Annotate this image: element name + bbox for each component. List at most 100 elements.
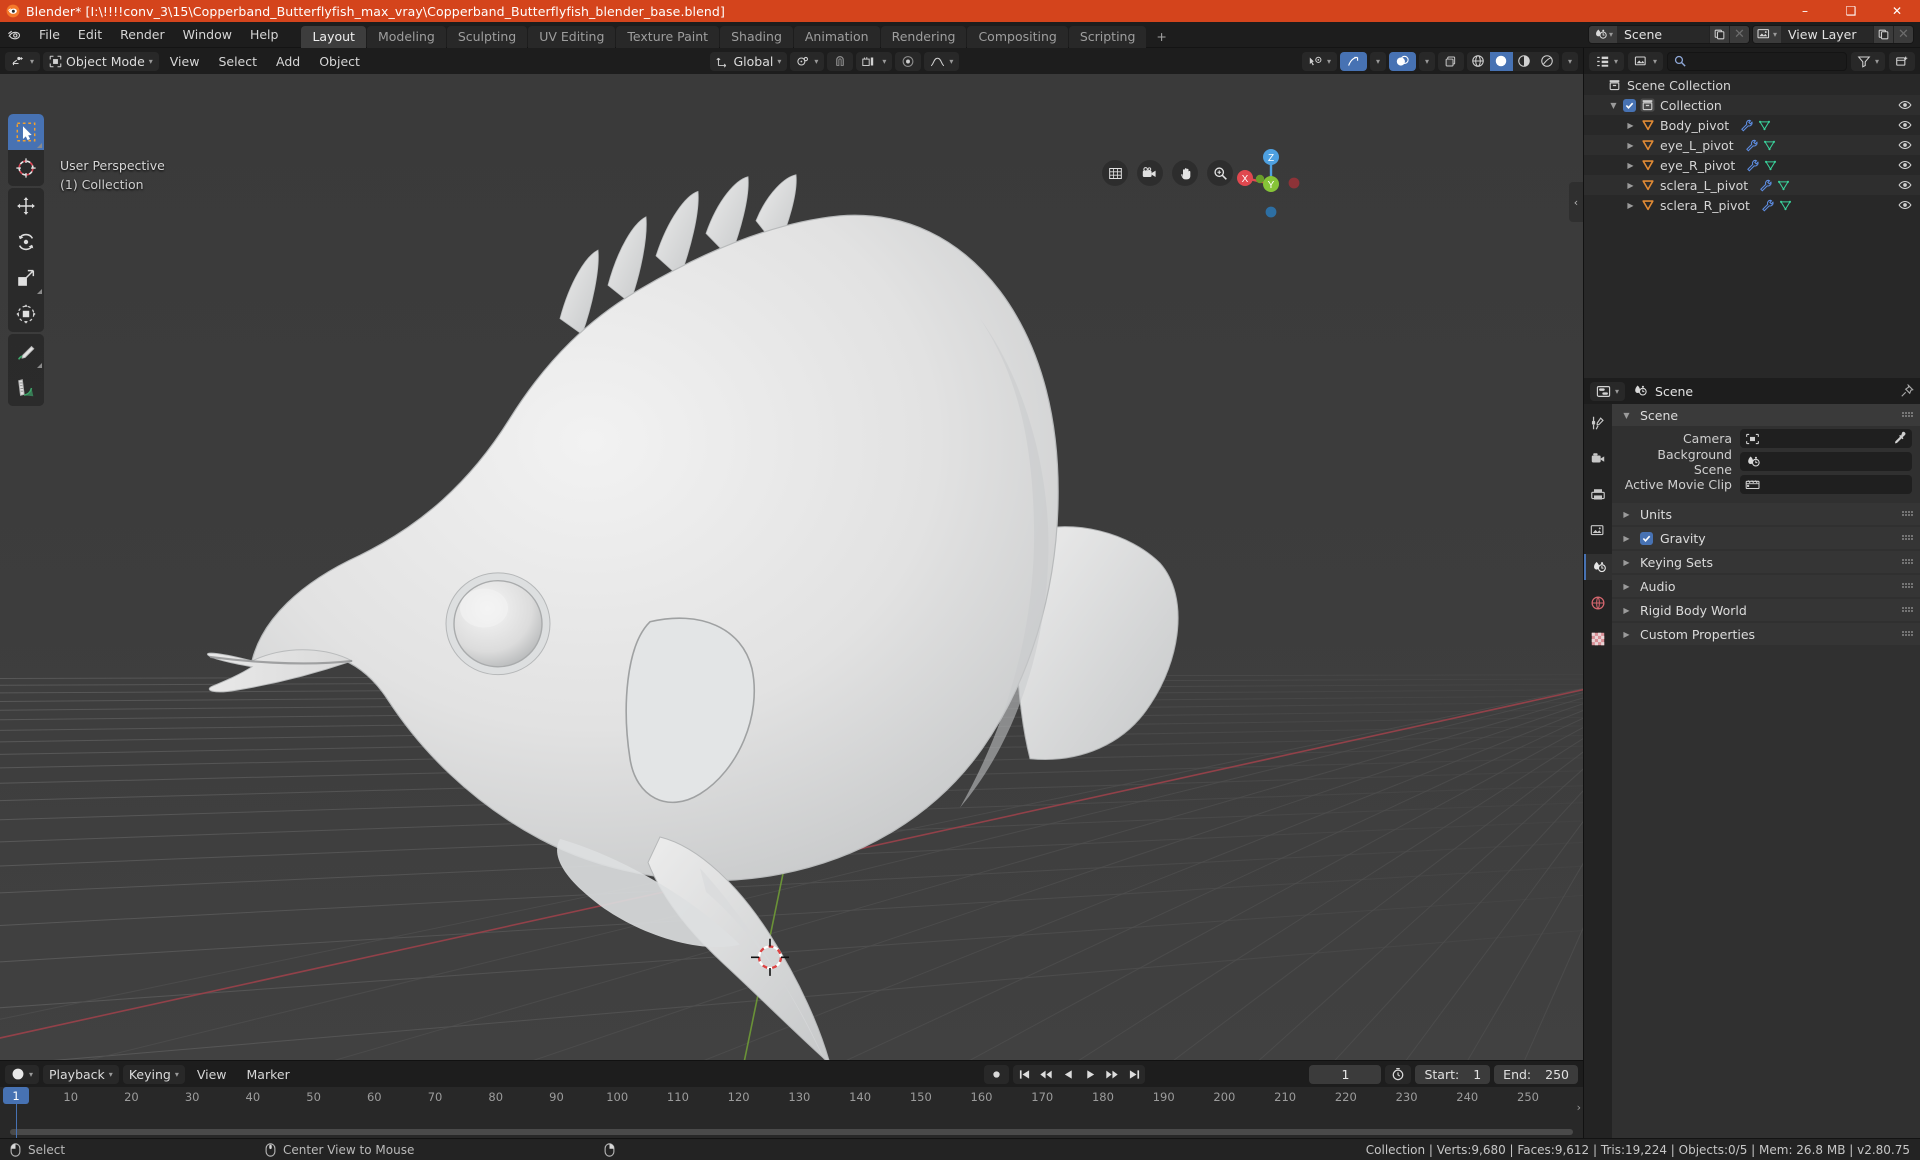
view-layer-datablock[interactable]: ▾ View Layer ✕ [1752, 25, 1914, 44]
transform-orientation-dropdown[interactable]: Global ▾ [710, 51, 788, 71]
viewport-menu-object[interactable]: Object [311, 52, 368, 71]
eyedropper-icon[interactable] [1893, 431, 1907, 445]
properties-tab-output[interactable] [1584, 482, 1612, 508]
prop-field-camera[interactable] [1740, 429, 1912, 448]
shading-material-preview-button[interactable] [1513, 52, 1536, 71]
remove-view-layer-button[interactable]: ✕ [1893, 26, 1913, 43]
scene-name[interactable]: Scene [1617, 26, 1709, 43]
panel-scene-header[interactable]: ▼ Scene [1612, 404, 1920, 426]
pivot-point-dropdown[interactable]: ▾ [790, 51, 825, 71]
camera-view-icon[interactable] [1137, 160, 1163, 186]
pin-icon[interactable] [1900, 384, 1914, 398]
menu-window[interactable]: Window [174, 24, 241, 45]
shading-settings-dropdown[interactable]: ▾ [1561, 51, 1578, 71]
use-preview-range-button[interactable] [1385, 1064, 1412, 1084]
grid-toggle-icon[interactable] [1102, 160, 1128, 186]
shading-wireframe-button[interactable] [1467, 52, 1490, 71]
pan-view-icon[interactable] [1172, 160, 1198, 186]
annotate-tool[interactable] [8, 334, 44, 370]
collection-checkbox[interactable] [1623, 98, 1636, 112]
outliner-row-collection[interactable]: ▼ Collection [1584, 95, 1920, 115]
timeline-menu-view[interactable]: View [189, 1065, 235, 1084]
timeline-sidebar-arrow[interactable]: › [1577, 1101, 1581, 1114]
modifier-wrench-icon[interactable] [1740, 119, 1753, 132]
zoom-view-icon[interactable] [1207, 160, 1233, 186]
outliner-row-scene-collection[interactable]: Scene Collection [1584, 75, 1920, 95]
outliner-row-eye-r-pivot[interactable]: ▶ eye_R_pivot [1584, 155, 1920, 175]
panel-custom-properties[interactable]: ▶ Custom Properties [1612, 623, 1920, 645]
mesh-data-icon[interactable] [1777, 179, 1790, 192]
xray-toggle-button[interactable] [1437, 51, 1464, 71]
tab-animation[interactable]: Animation [793, 25, 880, 48]
frame-start-field[interactable]: Start: 1 [1415, 1064, 1491, 1084]
visibility-dropdown[interactable]: ▾ [1301, 51, 1337, 71]
expand-arrow-icon[interactable]: ▶ [1624, 141, 1637, 150]
tab-texture-paint[interactable]: Texture Paint [616, 25, 720, 48]
tab-uv-editing[interactable]: UV Editing [528, 25, 616, 48]
section-checkbox[interactable] [1640, 531, 1653, 545]
tab-shading[interactable]: Shading [720, 25, 793, 48]
visibility-eye-icon[interactable] [1898, 158, 1912, 172]
outliner-tree[interactable]: Scene Collection ▼ Collection ▶ Body_pivot ▶ e… [1584, 74, 1920, 378]
visibility-eye-icon[interactable] [1898, 98, 1912, 112]
rotate-tool[interactable] [8, 224, 44, 260]
viewport-menu-view[interactable]: View [162, 52, 208, 71]
mesh-data-icon[interactable] [1779, 199, 1792, 212]
scale-tool[interactable] [8, 260, 44, 296]
proportional-editing-toggle[interactable] [895, 51, 922, 71]
overlays-settings-dropdown[interactable]: ▾ [1418, 51, 1435, 71]
prop-field-background-scene[interactable] [1740, 452, 1912, 471]
cursor-tool[interactable] [8, 150, 44, 186]
jump-to-end-button[interactable] [1123, 1065, 1145, 1084]
menu-edit[interactable]: Edit [69, 24, 111, 45]
expand-arrow-icon[interactable]: ▶ [1624, 161, 1637, 170]
panel-gravity[interactable]: ▶ Gravity [1612, 527, 1920, 549]
tab-modeling[interactable]: Modeling [366, 25, 446, 48]
panel-audio[interactable]: ▶ Audio [1612, 575, 1920, 597]
scene-datablock[interactable]: ▾ Scene ✕ [1588, 25, 1750, 44]
mesh-data-icon[interactable] [1758, 119, 1771, 132]
expand-arrow-icon[interactable]: ▶ [1624, 181, 1637, 190]
outliner-row-sclera-r-pivot[interactable]: ▶ sclera_R_pivot [1584, 195, 1920, 215]
mesh-data-icon[interactable] [1763, 139, 1776, 152]
properties-tab-view-layer[interactable] [1584, 518, 1612, 544]
overlays-toggle-button[interactable] [1388, 51, 1416, 71]
shading-solid-button[interactable] [1489, 51, 1513, 71]
timeline-playhead[interactable]: 1 [3, 1087, 30, 1104]
shading-rendered-button[interactable] [1536, 52, 1559, 71]
blender-menu-logo-icon[interactable] [6, 26, 24, 44]
sidebar-toggle-arrow[interactable]: ‹ [1569, 182, 1583, 222]
navigation-gizmo[interactable]: Z X Y [1231, 144, 1311, 224]
gizmo-toggle-button[interactable] [1339, 51, 1367, 71]
outliner-row-eye-l-pivot[interactable]: ▶ eye_L_pivot [1584, 135, 1920, 155]
expand-arrow-icon[interactable]: ▶ [1624, 201, 1637, 210]
menu-file[interactable]: File [30, 24, 69, 45]
measure-tool[interactable] [8, 370, 44, 406]
timeline-menu-marker[interactable]: Marker [239, 1065, 298, 1084]
jump-to-start-button[interactable] [1013, 1065, 1035, 1084]
gizmo-settings-dropdown[interactable]: ▾ [1369, 51, 1386, 71]
outliner-row-sclera-l-pivot[interactable]: ▶ sclera_L_pivot [1584, 175, 1920, 195]
outliner-display-mode-dropdown[interactable]: ▾ [1628, 51, 1664, 71]
tab-rendering[interactable]: Rendering [880, 25, 967, 48]
editor-type-button[interactable]: ▾ [5, 51, 41, 71]
timeline-menu-keying[interactable]: Keying ▾ [122, 1064, 185, 1084]
proportional-falloff-dropdown[interactable]: ▾ [924, 51, 960, 71]
visibility-eye-icon[interactable] [1898, 138, 1912, 152]
expand-arrow-icon[interactable]: ▶ [1624, 121, 1637, 130]
modifier-wrench-icon[interactable] [1745, 139, 1758, 152]
scene-icon[interactable]: ▾ [1589, 26, 1617, 43]
properties-editor-type-button[interactable]: ▾ [1590, 381, 1626, 401]
interaction-mode-dropdown[interactable]: Object Mode ▾ [43, 51, 159, 71]
viewport-menu-add[interactable]: Add [268, 52, 308, 71]
mesh-data-icon[interactable] [1764, 159, 1777, 172]
maximize-button[interactable]: ❑ [1828, 0, 1874, 22]
collapse-arrow-icon[interactable]: ▼ [1607, 101, 1620, 110]
frame-end-field[interactable]: End: 250 [1494, 1064, 1578, 1084]
add-workspace-button[interactable]: + [1147, 26, 1175, 48]
properties-tab-texture[interactable] [1584, 626, 1612, 652]
minimize-button[interactable]: – [1782, 0, 1828, 22]
modifier-wrench-icon[interactable] [1761, 199, 1774, 212]
play-button[interactable] [1079, 1065, 1101, 1084]
timeline-scrollbar[interactable] [10, 1129, 1573, 1135]
